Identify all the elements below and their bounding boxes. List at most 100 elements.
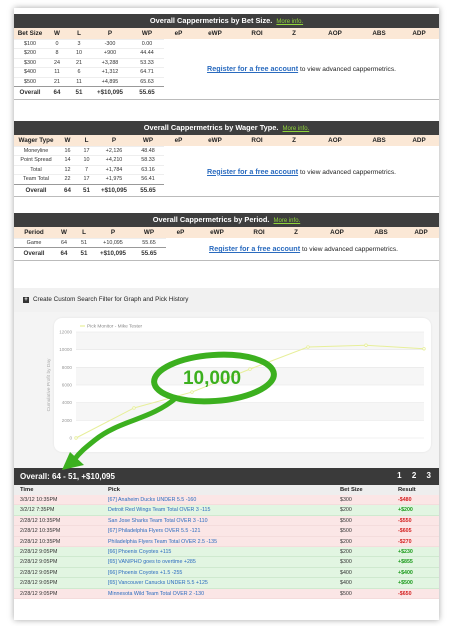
register-link[interactable]: Register for a free account	[207, 64, 298, 73]
cell: 12	[58, 164, 77, 175]
pick-link[interactable]: San Jose Sharks Team Total OVER 3 -110	[108, 518, 208, 524]
cell: $300	[14, 57, 46, 68]
col-bet-size: Bet Size	[340, 487, 363, 493]
chart-band	[76, 332, 424, 350]
cell: 17	[77, 145, 96, 156]
pick-result: -$270	[398, 538, 412, 545]
cell: +2,126	[96, 145, 132, 156]
pick-link[interactable]: Detroit Red Wings Team Total OVER 3 -115	[108, 507, 210, 513]
cell: Point Spread	[14, 155, 58, 165]
col-roi: ROI	[237, 135, 277, 146]
bet-size-header-row: Bet Size W L P WP eP eWP ROI Z AOP ABS A…	[14, 28, 439, 39]
cell: 24	[46, 57, 68, 68]
pick-bet-size: $200	[340, 507, 352, 514]
table-row: Moneyline 16 17 +2,126 48.48 Register fo…	[14, 145, 439, 176]
bet-size-header: Overall Cappermetrics by Bet Size. More …	[14, 14, 439, 28]
pick-bet-size: $500	[340, 528, 352, 535]
col-l: L	[74, 227, 94, 238]
col-w: W	[46, 28, 68, 39]
cell: 51	[77, 183, 96, 196]
torn-edge-decoration	[14, 615, 439, 620]
pick-bet-size: $400	[340, 580, 352, 587]
pick-link[interactable]: [67] Philadelphia Flyers OVER 5.5 -121	[108, 528, 200, 534]
pick-result: -$605	[398, 528, 412, 535]
pick-time: 2/28/12 10:35PM	[20, 528, 61, 535]
period-title: Overall Cappermetrics by Period.	[152, 215, 270, 224]
cell: 64	[58, 183, 77, 196]
period-header: Overall Cappermetrics by Period. More in…	[14, 213, 439, 227]
col-period: Period	[14, 227, 54, 238]
cell: 64	[46, 86, 68, 99]
period-section: Overall Cappermetrics by Period. More in…	[14, 213, 439, 261]
pick-row: 2/28/12 9:05PM [65] VAN/PHO goes to overt…	[14, 557, 439, 568]
cell: +$10,095	[96, 183, 132, 196]
cell: $400	[14, 67, 46, 77]
picks-column-headers: Time Pick Bet Size Result	[14, 485, 439, 495]
cell: 3	[68, 38, 90, 49]
expand-plus-icon[interactable]: +	[23, 297, 29, 303]
profit-chart-area: 0 2000 4000 6000 8000 10000 12000 Cumulative Pr…	[14, 312, 439, 468]
pick-time: 2/28/12 9:05PM	[20, 580, 58, 587]
pick-result: -$650	[398, 590, 412, 597]
pagination: 1 2 3	[389, 471, 431, 480]
cell: 10	[77, 155, 96, 165]
y-tick-label: 6000	[62, 383, 73, 388]
custom-search-filter-row[interactable]: + Create Custom Search Filter for Graph …	[14, 288, 439, 312]
cell: +4,210	[96, 155, 132, 165]
cell: 0	[46, 38, 68, 49]
cell: 7	[77, 164, 96, 175]
pick-time: 2/28/12 9:05PM	[20, 559, 58, 566]
pick-result: +$855	[398, 559, 413, 566]
period-register-cell: Register for a free account to view adva…	[166, 238, 439, 260]
cell: Moneyline	[14, 145, 58, 156]
period-header-row: Period W L P WP eP eWP ROI Z AOP ABS ADP	[14, 227, 439, 238]
cell: Total	[14, 164, 58, 175]
col-p: P	[90, 28, 130, 39]
col-time: Time	[20, 487, 34, 493]
pick-history-header: Overall: 64 - 51, +$10,095 1 2 3	[14, 468, 439, 485]
pick-link[interactable]: Philadelphia Flyers Team Total OVER 2.5 …	[108, 539, 217, 545]
register-link[interactable]: Register for a free account	[207, 167, 298, 176]
custom-search-filter-label[interactable]: Create Custom Search Filter for Graph an…	[33, 296, 188, 303]
bet-size-more-info-link[interactable]: More info.	[276, 19, 303, 25]
pick-link[interactable]: [66] Phoenix Coyotes +1.5 -255	[108, 570, 182, 576]
y-tick-label: 8000	[62, 365, 73, 370]
pick-link[interactable]: [66] Phoenix Coyotes +115	[108, 549, 171, 555]
col-aop: AOP	[311, 28, 359, 39]
pick-link[interactable]: [65] Vancouver Canucks UNDER 5.5 +125	[108, 580, 208, 586]
data-point	[306, 345, 310, 349]
cell: 16	[58, 145, 77, 156]
pick-row: 2/28/12 9:05PM [65] Vancouver Canucks UND…	[14, 578, 439, 589]
pick-link[interactable]: [67] Anaheim Ducks UNDER 5.5 -160	[108, 497, 196, 503]
pick-history-list: 3/3/12 10:35PM [67] Anaheim Ducks UNDER 5…	[14, 495, 439, 599]
data-point	[132, 406, 136, 410]
register-link[interactable]: Register for a free account	[209, 244, 300, 253]
pick-time: 2/28/12 10:35PM	[20, 538, 61, 545]
period-more-info-link[interactable]: More info.	[274, 218, 301, 224]
pick-result: +$200	[398, 507, 413, 514]
cell: 11	[46, 67, 68, 77]
pick-link[interactable]: Minnesota Wild Team Total OVER 2 -130	[108, 591, 204, 597]
pick-row: 2/28/12 10:35PM San Jose Sharks Team Tota…	[14, 515, 439, 527]
page-link-3[interactable]: 3	[427, 471, 431, 480]
pick-result: -$550	[398, 517, 412, 524]
table-row: Game 64 51 +10,095 55.65 Register for a …	[14, 237, 439, 253]
cell: +10,095	[94, 237, 132, 248]
page-link-1[interactable]: 1	[397, 471, 401, 480]
table-row: $100 0 3 -300 0.00 Register for a free a…	[14, 38, 439, 73]
wager-type-header: Overall Cappermetrics by Wager Type. Mor…	[14, 121, 439, 135]
cell: +1,975	[96, 174, 132, 184]
cell: $500	[14, 76, 46, 87]
pick-link[interactable]: [65] VAN/PHO goes to overtime +285	[108, 559, 196, 565]
series-line	[75, 344, 425, 439]
cell: 17	[77, 174, 96, 184]
cell: 55.65	[130, 86, 164, 99]
cell: 64	[54, 237, 74, 248]
page-link-2[interactable]: 2	[412, 471, 416, 480]
pick-bet-size: $200	[340, 548, 352, 555]
col-wp: WP	[132, 227, 166, 238]
pick-bet-size: $300	[340, 497, 352, 503]
wager-type-more-info-link[interactable]: More info.	[283, 126, 310, 132]
cell: 8	[46, 48, 68, 58]
y-tick-label: 10000	[59, 347, 72, 352]
